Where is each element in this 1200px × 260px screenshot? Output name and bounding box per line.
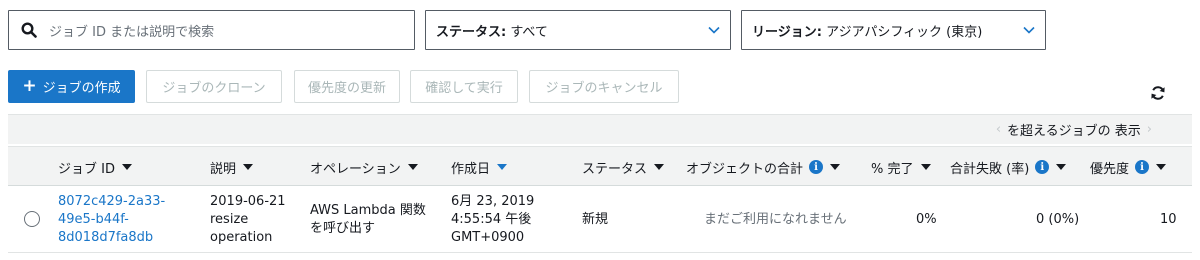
sort-caret-icon: [830, 164, 841, 170]
column-header-total-objects[interactable]: オブジェクトの合計 i: [686, 147, 841, 187]
info-icon[interactable]: i: [1135, 160, 1150, 174]
region-filter-value: アジアパシフィック (東京): [826, 24, 983, 40]
column-header-description[interactable]: 説明: [210, 147, 254, 187]
pagination-bar: ‹ を超えるジョブの 表示 ›: [8, 114, 1192, 144]
refresh-icon[interactable]: [1148, 83, 1168, 103]
chevron-left-icon[interactable]: ‹: [996, 122, 1001, 137]
column-header-created[interactable]: 作成日: [451, 147, 508, 187]
chevron-down-icon: [708, 26, 720, 34]
sort-caret-icon: [1056, 164, 1067, 170]
job-priority: 10: [1160, 212, 1177, 227]
update-priority-button[interactable]: 優先度の更新: [294, 70, 400, 103]
sort-caret-icon: [1156, 164, 1167, 170]
search-input[interactable]: ジョブ ID または説明で検索: [8, 10, 415, 50]
plus-icon: +: [22, 76, 37, 96]
status-filter-value: すべて: [510, 24, 548, 40]
pagination-text: を超えるジョブの 表示: [1007, 124, 1141, 139]
sort-caret-icon: [497, 164, 508, 170]
job-operation: AWS Lambda 関数 を呼び出す: [310, 203, 426, 236]
sort-caret-icon: [121, 164, 132, 170]
cancel-job-button[interactable]: ジョブのキャンセル: [529, 70, 679, 103]
info-icon[interactable]: i: [809, 160, 824, 174]
job-description: 2019-06-21 resize operation: [210, 194, 286, 245]
job-id-link[interactable]: 8072c429-2a33- 49e5-b44f- 8d018d7fa8db: [58, 193, 165, 247]
column-header-total-failed[interactable]: 合計失敗 (率) i: [950, 147, 1067, 187]
table-row: 8072c429-2a33- 49e5-b44f- 8d018d7fa8db 2…: [8, 187, 1192, 253]
sort-caret-icon: [243, 164, 254, 170]
column-header-percent-complete[interactable]: % 完了: [871, 147, 931, 187]
column-header-status[interactable]: ステータス: [582, 147, 665, 187]
region-filter-select[interactable]: リージョン: アジアパシフィック (東京): [741, 10, 1046, 50]
confirm-run-button[interactable]: 確認して実行: [410, 70, 518, 103]
info-icon[interactable]: i: [1035, 160, 1050, 174]
status-filter-label: ステータス:: [436, 24, 507, 40]
create-job-label: ジョブの作成: [42, 81, 121, 96]
column-header-priority[interactable]: 優先度 i: [1090, 147, 1167, 187]
job-status: 新規: [582, 212, 609, 227]
create-job-button[interactable]: + ジョブの作成: [8, 70, 135, 103]
job-total-objects: まだご利用になれません: [704, 212, 847, 227]
chevron-right-icon[interactable]: ›: [1147, 122, 1152, 137]
sort-caret-icon: [920, 164, 931, 170]
region-filter-label: リージョン:: [752, 24, 822, 40]
sort-caret-icon: [654, 164, 665, 170]
clone-job-button[interactable]: ジョブのクローン: [146, 70, 282, 103]
job-percent-complete: 0%: [916, 212, 937, 227]
row-select-radio[interactable]: [24, 211, 40, 227]
sort-caret-icon: [407, 164, 418, 170]
table-header: ジョブ ID 説明 オペレーション 作成日 ステータス オブジェクトの合計 i %…: [8, 146, 1192, 186]
chevron-down-icon: [1023, 26, 1035, 34]
search-placeholder: ジョブ ID または説明で検索: [49, 24, 215, 40]
job-created-date: 6月 23, 2019 4:55:54 午後 GMT+0900: [451, 194, 535, 245]
status-filter-select[interactable]: ステータス: すべて: [425, 10, 731, 50]
search-icon: [9, 22, 49, 38]
column-header-operation[interactable]: オペレーション: [310, 147, 418, 187]
column-header-job-id[interactable]: ジョブ ID: [58, 147, 132, 187]
job-total-failed: 0 (0%): [1036, 212, 1080, 227]
